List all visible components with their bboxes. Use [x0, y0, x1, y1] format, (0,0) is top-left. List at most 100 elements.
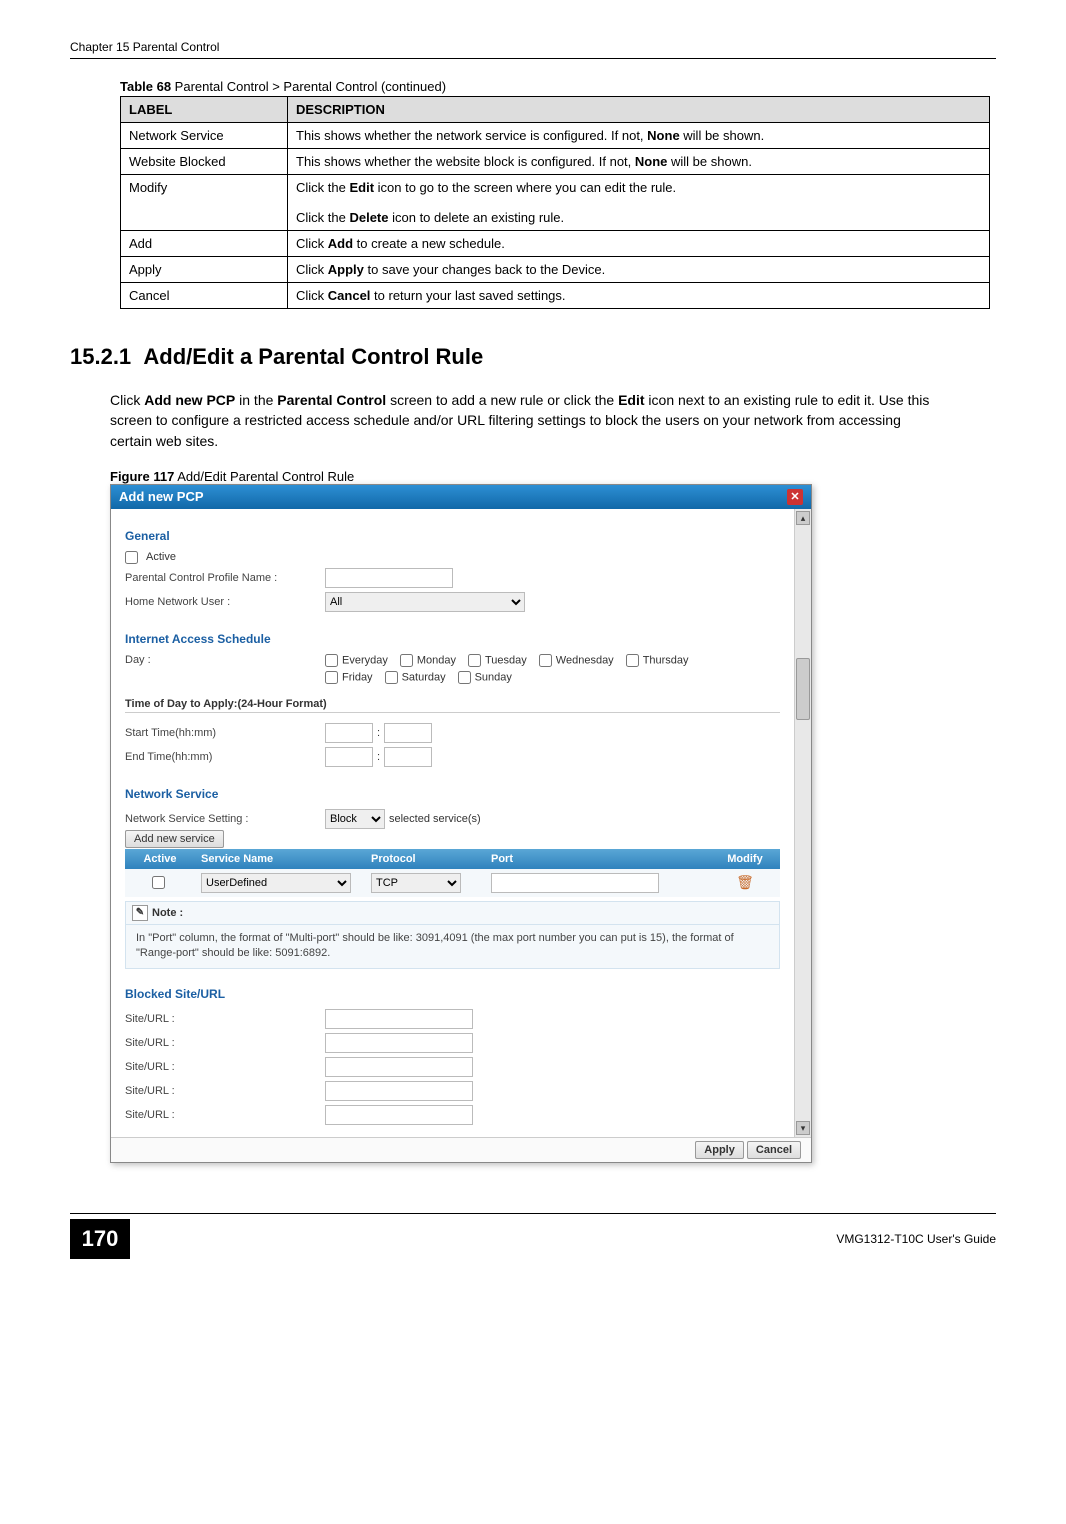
vertical-scrollbar[interactable]: ▴ ▾ — [794, 509, 811, 1137]
table-cell-description: Click the Edit icon to go to the screen … — [288, 175, 990, 231]
blocked-site-label: Site/URL : — [125, 1037, 325, 1049]
protocol-select[interactable]: TCP — [371, 873, 461, 893]
scroll-down-icon[interactable]: ▾ — [796, 1121, 810, 1135]
blocked-site-row: Site/URL : — [125, 1057, 780, 1077]
port-input[interactable] — [491, 873, 659, 893]
home-user-select[interactable]: All — [325, 592, 525, 612]
scroll-thumb[interactable] — [796, 658, 810, 720]
day-checkbox[interactable] — [325, 671, 338, 684]
profile-name-label: Parental Control Profile Name : — [125, 572, 325, 584]
table-cell-label: Add — [121, 231, 288, 257]
page-footer: 170 VMG1312-T10C User's Guide — [70, 1213, 996, 1259]
blocked-heading: Blocked Site/URL — [125, 987, 780, 1001]
table-cell-description: Click Apply to save your changes back to… — [288, 257, 990, 283]
close-icon[interactable]: ✕ — [787, 489, 803, 505]
table-row: Website BlockedThis shows whether the we… — [121, 149, 990, 175]
service-table-header: Active Service Name Protocol Port Modify — [125, 849, 780, 869]
add-new-service-button[interactable]: Add new service — [125, 830, 224, 848]
figure-caption: Figure 117 Add/Edit Parental Control Rul… — [110, 469, 996, 484]
col-description: DESCRIPTION — [288, 97, 990, 123]
running-header: Chapter 15 Parental Control — [70, 40, 996, 59]
col-port: Port — [485, 849, 710, 869]
day-label: Monday — [417, 654, 456, 666]
table-cell-label: Modify — [121, 175, 288, 231]
blocked-site-input[interactable] — [325, 1105, 473, 1125]
col-active: Active — [125, 849, 195, 869]
col-protocol: Protocol — [365, 849, 485, 869]
page-number: 170 — [70, 1219, 130, 1259]
trash-icon[interactable]: 🗑 — [736, 874, 754, 890]
table-caption: Table 68 Parental Control > Parental Con… — [120, 79, 996, 94]
note-box: ✎ Note : In "Port" column, the format of… — [125, 901, 780, 969]
day-checkbox[interactable] — [468, 654, 481, 667]
day-checkbox[interactable] — [458, 671, 471, 684]
day-label: Everyday — [342, 654, 388, 666]
start-time-label: Start Time(hh:mm) — [125, 727, 325, 739]
section-number: 15.2.1 — [70, 344, 131, 369]
day-label: Tuesday — [485, 654, 527, 666]
note-label: Note : — [152, 907, 183, 919]
profile-name-input[interactable] — [325, 568, 453, 588]
col-label: LABEL — [121, 97, 288, 123]
dialog-title: Add new PCP — [119, 489, 204, 504]
end-time-label: End Time(hh:mm) — [125, 751, 325, 763]
figure-title: Add/Edit Parental Control Rule — [174, 469, 354, 484]
section-paragraph: Click Add new PCP in the Parental Contro… — [110, 390, 940, 451]
home-user-label: Home Network User : — [125, 596, 325, 608]
active-label: Active — [146, 551, 176, 563]
start-hour-input[interactable] — [325, 723, 373, 743]
table-row: ApplyClick Apply to save your changes ba… — [121, 257, 990, 283]
section-title: Add/Edit a Parental Control Rule — [143, 344, 483, 369]
service-setting-label: Network Service Setting : — [125, 813, 325, 825]
table-title: Parental Control > Parental Control (con… — [171, 79, 446, 94]
table-cell-description: This shows whether the network service i… — [288, 123, 990, 149]
day-label: Wednesday — [556, 654, 614, 666]
blocked-site-input[interactable] — [325, 1033, 473, 1053]
service-table-row: UserDefined TCP 🗑 — [125, 869, 780, 897]
blocked-site-label: Site/URL : — [125, 1061, 325, 1073]
day-checkbox[interactable] — [539, 654, 552, 667]
day-checkbox[interactable] — [385, 671, 398, 684]
blocked-site-input[interactable] — [325, 1009, 473, 1029]
apply-button[interactable]: Apply — [695, 1141, 744, 1159]
day-label: Sunday — [475, 671, 512, 683]
blocked-site-input[interactable] — [325, 1081, 473, 1101]
col-service-name: Service Name — [195, 849, 365, 869]
dialog-screenshot: Add new PCP ✕ General Active Parental Co… — [110, 484, 812, 1163]
active-checkbox[interactable] — [125, 551, 138, 564]
table-row: Network ServiceThis shows whether the ne… — [121, 123, 990, 149]
table-cell-label: Apply — [121, 257, 288, 283]
table-cell-description: This shows whether the website block is … — [288, 149, 990, 175]
blocked-site-row: Site/URL : — [125, 1033, 780, 1053]
day-label: Friday — [342, 671, 373, 683]
day-label: Thursday — [643, 654, 689, 666]
day-label: Day : — [125, 654, 325, 666]
blocked-site-label: Site/URL : — [125, 1013, 325, 1025]
section-heading: 15.2.1 Add/Edit a Parental Control Rule — [70, 344, 996, 370]
day-checkbox[interactable] — [626, 654, 639, 667]
dialog-footer: Apply Cancel — [111, 1137, 811, 1162]
blocked-site-label: Site/URL : — [125, 1085, 325, 1097]
table-cell-description: Click Add to create a new schedule. — [288, 231, 990, 257]
cancel-button[interactable]: Cancel — [747, 1141, 801, 1159]
blocked-site-input[interactable] — [325, 1057, 473, 1077]
table-cell-label: Website Blocked — [121, 149, 288, 175]
service-heading: Network Service — [125, 787, 780, 801]
day-checkbox[interactable] — [400, 654, 413, 667]
guide-title: VMG1312-T10C User's Guide — [130, 1232, 996, 1246]
service-name-select[interactable]: UserDefined — [201, 873, 351, 893]
start-min-input[interactable] — [384, 723, 432, 743]
service-setting-select[interactable]: Block — [325, 809, 385, 829]
end-min-input[interactable] — [384, 747, 432, 767]
service-setting-suffix: selected service(s) — [389, 813, 481, 825]
end-hour-input[interactable] — [325, 747, 373, 767]
scroll-up-icon[interactable]: ▴ — [796, 511, 810, 525]
table-cell-description: Click Cancel to return your last saved s… — [288, 283, 990, 309]
service-active-checkbox[interactable] — [152, 876, 165, 889]
time-heading: Time of Day to Apply:(24-Hour Format) — [125, 698, 780, 713]
general-heading: General — [125, 529, 780, 543]
day-checkbox[interactable] — [325, 654, 338, 667]
blocked-site-label: Site/URL : — [125, 1109, 325, 1121]
day-label: Saturday — [402, 671, 446, 683]
note-text: In "Port" column, the format of "Multi-p… — [126, 925, 779, 968]
